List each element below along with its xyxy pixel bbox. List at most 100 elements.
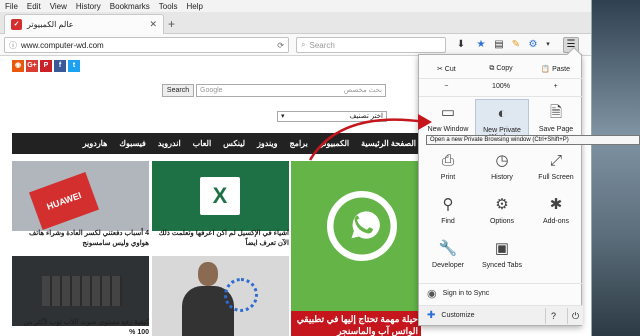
customize-button[interactable]: Customize [441, 312, 474, 319]
article-title-huawei[interactable]: 4 أسباب دفعتني لكسر العادة وشراء هاتف هو… [12, 229, 149, 249]
find-icon: ⚲ [442, 196, 454, 213]
article-title-volume[interactable]: كيفية رفع مستوى صوت اللاب توب لأكثر من 1… [12, 318, 149, 336]
rss-icon[interactable]: ◉ [12, 60, 24, 72]
copy-icon: ⧉ [489, 64, 495, 72]
zoom-in-button[interactable]: + [528, 83, 583, 90]
page-search-button[interactable]: Search [162, 84, 194, 97]
url-bar[interactable]: ⓘ www.computer-wd.com ⟳ [4, 37, 289, 53]
url-text: www.computer-wd.com [21, 40, 104, 50]
copy-button[interactable]: ⧉ Copy [474, 65, 529, 73]
synced-tabs-label: Synced Tabs [482, 262, 522, 269]
addons-icon: ✱ [549, 196, 563, 213]
pinterest-icon[interactable]: P [40, 60, 52, 72]
select-chevron-icon: ▾ [281, 113, 285, 120]
person-head [198, 262, 218, 286]
nav-hardware[interactable]: هاردوير [83, 139, 108, 148]
synced-tabs-icon: ▣ [494, 240, 510, 257]
network-graphic-icon [224, 278, 258, 312]
firefox-window: File Edit View History Bookmarks Tools H… [0, 0, 592, 336]
desktop-background [590, 0, 640, 336]
paste-button[interactable]: 📋 Paste [528, 65, 583, 73]
search-icon: ⌕ [301, 40, 306, 49]
article-thumb-laptop[interactable] [12, 256, 149, 326]
help-icon[interactable]: ? [545, 307, 561, 324]
firefox-app-menu: ✂ Cut ⧉ Copy 📋 Paste − 100% + ▭ New Windo… [418, 46, 583, 326]
developer-button[interactable]: 🔧 Developer [421, 235, 475, 280]
zoom-out-button[interactable]: − [419, 83, 474, 90]
history-button[interactable]: ◷ History [475, 147, 529, 192]
tab-title: عالم الكمبيوتر [27, 20, 74, 29]
print-label: Print [440, 174, 456, 181]
whatsapp-logo-icon [327, 191, 397, 261]
pencil-addon-icon[interactable]: ✎ [509, 38, 523, 52]
new-tab-icon[interactable]: + [168, 17, 175, 31]
huawei-logo-icon: HUAWEI [28, 171, 100, 231]
downloads-icon[interactable]: ⬇ [454, 38, 468, 52]
search-bar[interactable]: ⌕ Search [296, 37, 446, 53]
fullscreen-icon: ⤢ [549, 152, 562, 169]
nav-windows[interactable]: ويندوز [257, 139, 277, 148]
menu-edit[interactable]: Edit [27, 2, 41, 11]
addons-button[interactable]: ✱ Add-ons [529, 191, 583, 236]
tab-close-icon[interactable]: ✕ [149, 19, 157, 30]
developer-icon: 🔧 [438, 240, 458, 257]
nav-facebook[interactable]: فيسبوك [119, 139, 146, 148]
reload-icon[interactable]: ⟳ [277, 41, 284, 50]
article-thumb-man[interactable] [152, 256, 289, 336]
menu-help[interactable]: Help [186, 2, 202, 11]
twitter-icon[interactable]: t [68, 60, 80, 72]
facebook-icon[interactable]: f [54, 60, 66, 72]
customize-icon: ✚ [427, 310, 436, 321]
find-label: Find [441, 218, 455, 225]
sign-in-sync-button[interactable]: ◉ Sign in to Sync [419, 283, 583, 303]
full-screen-label: Full Screen [538, 174, 574, 181]
sync-account-icon: ◉ [427, 288, 437, 300]
customize-row: ✚ Customize ? ⏻ [419, 305, 583, 325]
find-button[interactable]: ⚲ Find [421, 191, 475, 236]
google-plus-icon[interactable]: G+ [26, 60, 38, 72]
social-icons: ◉ G+ P f t [12, 60, 80, 72]
annotation-arrow [308, 114, 432, 161]
nav-android[interactable]: اندرويد [158, 139, 181, 148]
bookmark-star-icon[interactable]: ★ [474, 38, 488, 52]
addons-label: Add-ons [542, 218, 570, 225]
private-mask-icon: ◐ [497, 105, 507, 122]
overflow-chevron-icon[interactable]: ▾ [541, 38, 555, 52]
options-label: Options [489, 218, 515, 225]
paste-label: Paste [552, 65, 570, 73]
bookmarks-menu-icon[interactable]: ▤ [492, 38, 506, 52]
featured-article-title[interactable]: حيلة مهمة تحتاج إليها في تطبيقي الواتس آ… [291, 311, 421, 336]
featured-article[interactable]: حيلة مهمة تحتاج إليها في تطبيقي الواتس آ… [291, 161, 421, 336]
search-placeholder: Search [309, 40, 335, 50]
synced-tabs-button[interactable]: ▣ Synced Tabs [475, 235, 529, 280]
full-screen-button[interactable]: ⤢ Full Screen [529, 147, 583, 192]
options-button[interactable]: ⚙ Options [475, 191, 529, 236]
menu-view[interactable]: View [50, 2, 67, 11]
article-title-excel[interactable]: اشياء في الإكسيل لم اكن اعرفها وتعلمت ذل… [152, 229, 289, 249]
new-window-icon: ▭ [440, 104, 456, 121]
tab-active[interactable]: ✕ عالم الكمبيوتر ✓ [4, 14, 164, 34]
history-icon: ◷ [495, 152, 509, 169]
zoom-row: − 100% + [419, 77, 583, 97]
nav-linux[interactable]: لينكس [223, 139, 245, 148]
nav-games[interactable]: العاب [193, 139, 212, 148]
menu-tools[interactable]: Tools [159, 2, 178, 11]
menu-bookmarks[interactable]: Bookmarks [110, 2, 150, 11]
edit-row: ✂ Cut ⧉ Copy 📋 Paste [419, 59, 583, 79]
page-search-input[interactable]: Google بحث مخصص [196, 84, 386, 97]
site-info-icon[interactable]: ⓘ [9, 40, 17, 51]
cut-button[interactable]: ✂ Cut [419, 65, 474, 73]
menu-history[interactable]: History [76, 2, 101, 11]
save-page-label: Save Page [538, 126, 574, 133]
keyboard-image [42, 276, 122, 306]
private-window-tooltip: Open a new Private Browsing window (Ctrl… [426, 135, 640, 145]
site-favicon-icon: ✓ [11, 19, 22, 30]
extension-icon[interactable]: ⚙ [526, 38, 540, 52]
menu-bar: File Edit View History Bookmarks Tools H… [0, 0, 591, 12]
zoom-value[interactable]: 100% [474, 83, 529, 90]
copy-label: Copy [496, 64, 513, 72]
article-thumb-huawei[interactable]: HUAWEI [12, 161, 149, 231]
menu-file[interactable]: File [5, 2, 18, 11]
quit-power-icon[interactable]: ⏻ [567, 307, 583, 324]
article-thumb-excel[interactable]: X [152, 161, 289, 231]
